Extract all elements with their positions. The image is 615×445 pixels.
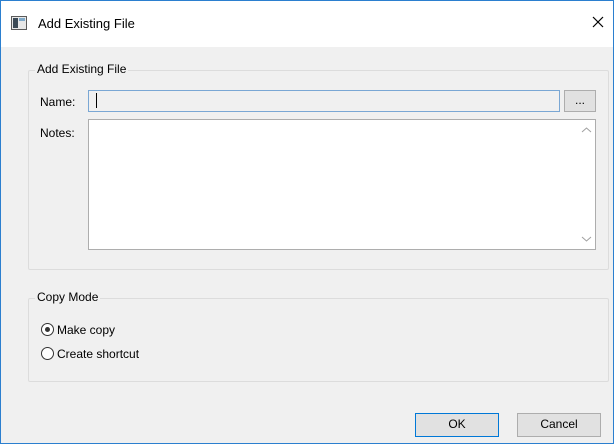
notes-textarea[interactable] <box>88 119 596 250</box>
title-bar[interactable]: Add Existing File <box>1 1 613 47</box>
text-caret <box>96 93 97 108</box>
scroll-up-arrow-icon[interactable] <box>578 122 595 139</box>
copy-mode-legend: Copy Mode <box>35 290 101 304</box>
dialog-window: Add Existing File Add Existing File Name… <box>0 0 614 444</box>
radio-label[interactable]: Make copy <box>57 323 115 337</box>
scroll-down-arrow-icon[interactable] <box>578 230 595 247</box>
notes-text[interactable] <box>89 120 579 249</box>
ok-button[interactable]: OK <box>415 413 499 437</box>
name-label: Name: <box>40 95 76 109</box>
radio-button[interactable] <box>41 347 54 360</box>
notes-scrollbar[interactable] <box>578 120 595 249</box>
close-icon[interactable] <box>583 7 613 37</box>
copy-mode-group: Copy Mode <box>28 290 609 382</box>
window-icon <box>11 16 27 30</box>
radio-label[interactable]: Create shortcut <box>57 347 139 361</box>
browse-button[interactable]: ... <box>564 90 596 112</box>
radio-button[interactable] <box>41 323 54 336</box>
name-input[interactable] <box>88 90 560 112</box>
cancel-button[interactable]: Cancel <box>517 413 601 437</box>
file-group-legend: Add Existing File <box>35 62 129 76</box>
radio-selected-dot <box>45 327 50 332</box>
notes-label: Notes: <box>40 126 75 140</box>
dialog-title: Add Existing File <box>38 16 135 31</box>
